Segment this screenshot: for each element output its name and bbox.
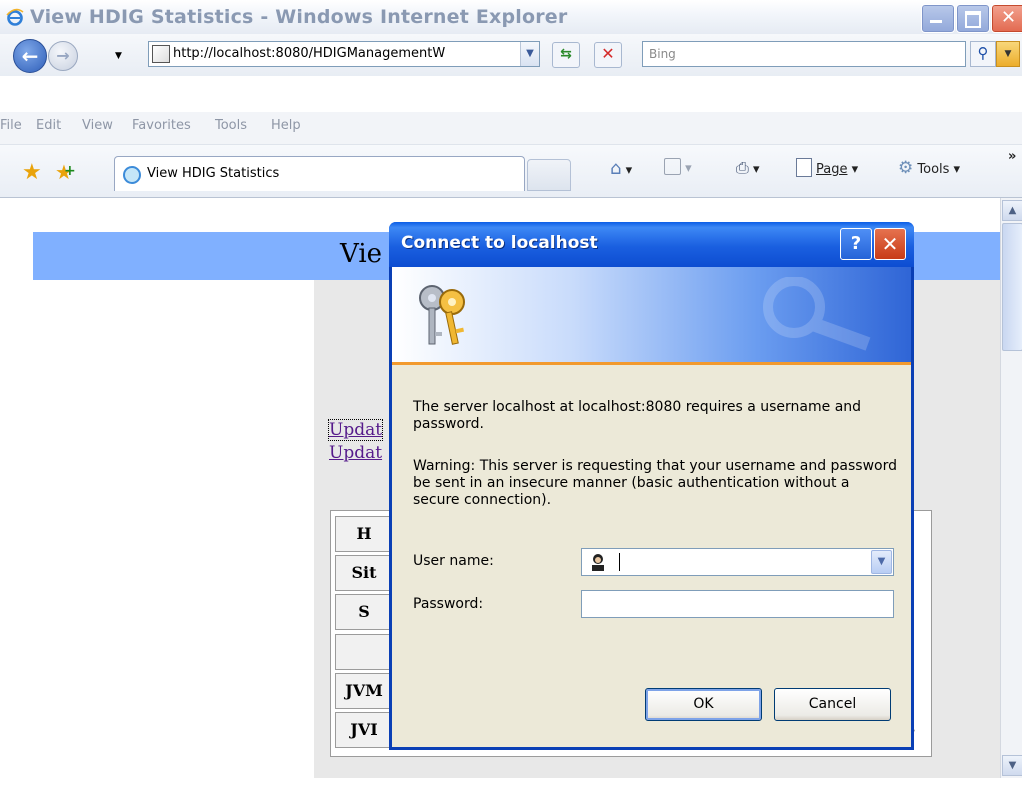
scroll-thumb[interactable] (1002, 223, 1022, 351)
stop-button[interactable]: ✕ (594, 42, 622, 68)
table-row-label: H (335, 516, 393, 552)
vertical-scrollbar[interactable]: ▲ ▼ (1000, 198, 1022, 778)
cancel-button[interactable]: Cancel (774, 688, 891, 721)
search-icon: ⚲ (977, 44, 989, 62)
scroll-down-button[interactable]: ▼ (1002, 755, 1022, 776)
menu-file[interactable]: File (0, 118, 22, 133)
scroll-up-button[interactable]: ▲ (1002, 200, 1022, 221)
menu-edit[interactable]: Edit (36, 118, 61, 133)
window-titlebar[interactable]: View HDIG Statistics - Windows Internet … (0, 0, 1022, 35)
tab-view-hdig-statistics[interactable]: View HDIG Statistics (114, 156, 525, 191)
password-label: Password: (413, 596, 484, 612)
stop-icon: ✕ (601, 44, 615, 63)
table-row-label: Sit (335, 555, 393, 591)
menu-view[interactable]: View (82, 118, 113, 133)
back-button[interactable]: ← (13, 39, 47, 73)
address-url[interactable]: http://localhost:8080/HDIGManagementW (173, 46, 513, 61)
ie-logo-icon (6, 8, 24, 26)
forward-button[interactable]: → (48, 41, 78, 71)
table-row-label (335, 634, 393, 670)
feeds-button[interactable]: ▾ (664, 158, 692, 176)
username-dropdown-button[interactable]: ▼ (871, 550, 892, 574)
dialog-titlebar[interactable]: Connect to localhost ? ✕ (389, 222, 914, 267)
page-title: Vie (340, 239, 383, 269)
refresh-button[interactable]: ⇆ (552, 42, 580, 68)
dialog-title: Connect to localhost (401, 233, 598, 253)
tools-menu-button[interactable]: ⚙ Tools ▾ (898, 158, 960, 178)
dialog-message: The server localhost at localhost:8080 r… (413, 399, 862, 432)
update-link-2[interactable]: Updat (329, 443, 382, 463)
tools-gear-icon: ⚙ (898, 158, 914, 178)
ie-window: View HDIG Statistics - Windows Internet … (0, 0, 1022, 785)
table-row-label: JVM (335, 673, 393, 709)
keys-icon (419, 285, 465, 345)
password-field[interactable] (581, 590, 894, 618)
keys-watermark-icon (763, 277, 871, 351)
new-tab-button[interactable] (527, 159, 571, 191)
search-options-dropdown[interactable]: ▼ (996, 41, 1020, 67)
menu-tools[interactable]: Tools (215, 118, 247, 133)
loading-icon (123, 166, 141, 184)
close-window-button[interactable]: ✕ (991, 4, 1022, 33)
table-row-label: S (335, 594, 393, 630)
page-menu-button[interactable]: Page ▾ (796, 158, 858, 177)
feeds-icon (664, 158, 681, 175)
username-label: User name: (413, 553, 494, 569)
forward-arrow-icon: → (56, 46, 70, 65)
minimize-button[interactable] (921, 4, 955, 33)
address-bar[interactable]: http://localhost:8080/HDIGManagementW ▼ (148, 41, 540, 67)
update-link-1[interactable]: Updat (327, 419, 384, 441)
favorites-star-icon[interactable]: ★ (22, 160, 42, 185)
menu-help[interactable]: Help (271, 118, 301, 133)
recent-pages-dropdown[interactable]: ▼ (115, 51, 122, 61)
command-bar: ★ ★ View HDIG Statistics ⌂ ▾ ▾ ⎙ ▾ Page … (0, 145, 1022, 198)
menu-bar: File Edit View Favorites Tools Help (0, 112, 1022, 145)
search-input[interactable]: Bing (642, 41, 966, 67)
username-combobox[interactable]: ▼ (581, 548, 894, 576)
text-caret (619, 553, 620, 571)
maximize-button[interactable] (956, 4, 990, 33)
more-commands-chevron-icon[interactable]: » (1008, 149, 1016, 164)
window-title: View HDIG Statistics - Windows Internet … (30, 6, 568, 28)
user-icon (592, 554, 604, 571)
print-button[interactable]: ⎙ ▾ (736, 158, 759, 178)
menu-favorites[interactable]: Favorites (132, 118, 191, 133)
search-placeholder: Bing (649, 47, 676, 61)
home-icon: ⌂ (610, 158, 622, 179)
address-dropdown-button[interactable]: ▼ (520, 42, 539, 66)
dialog-help-button[interactable]: ? (840, 228, 872, 260)
navigation-bar: ← → ▼ http://localhost:8080/HDIGManageme… (0, 34, 1022, 76)
table-row-label: JVI (335, 712, 393, 748)
search-button[interactable]: ⚲ (970, 41, 996, 67)
home-button[interactable]: ⌂ ▾ (610, 158, 632, 179)
page-menu-label: Page (816, 162, 848, 177)
dialog-warning: Warning: This server is requesting that … (413, 458, 898, 508)
ok-button[interactable]: OK (645, 688, 762, 721)
dialog-close-button[interactable]: ✕ (874, 228, 906, 260)
tab-label: View HDIG Statistics (147, 166, 280, 181)
back-arrow-icon: ← (21, 44, 39, 68)
add-favorites-icon[interactable]: ★ (55, 160, 76, 184)
print-icon: ⎙ (736, 158, 749, 177)
tools-menu-label: Tools (917, 162, 950, 177)
page-icon (796, 158, 812, 177)
auth-dialog: Connect to localhost ? ✕ The server loca… (389, 222, 914, 750)
page-favicon-icon (152, 45, 170, 63)
refresh-icon: ⇆ (560, 46, 572, 62)
